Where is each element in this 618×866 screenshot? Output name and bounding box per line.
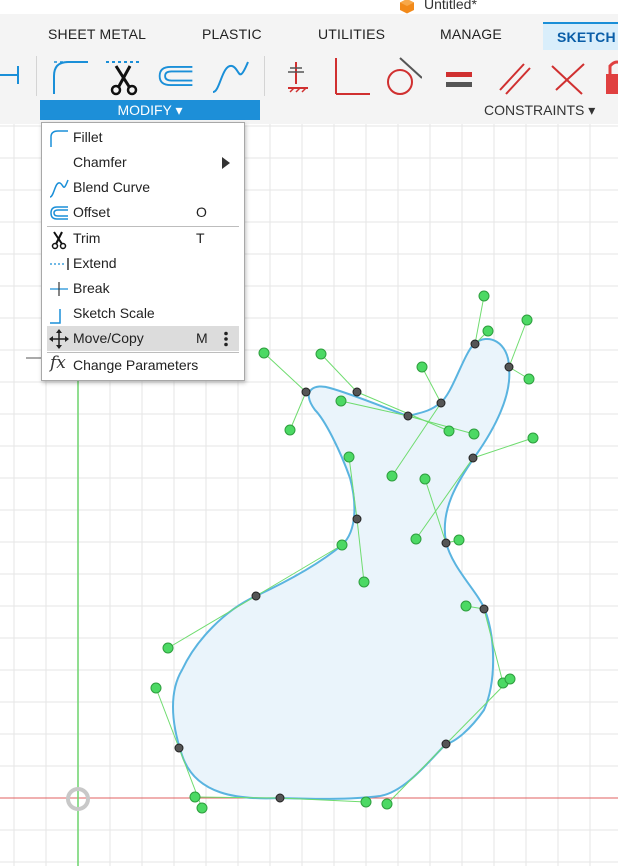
change-parameters-icon: fx	[50, 353, 66, 373]
tangent-handle-point[interactable]	[453, 534, 465, 546]
tangent-handle-line	[508, 319, 528, 368]
tangent-handle-point[interactable]	[482, 325, 494, 337]
sketch-scale-icon	[50, 309, 61, 324]
tangent-handle-point[interactable]	[460, 600, 472, 612]
horizontal-vertical-constraint-icon[interactable]	[282, 56, 322, 96]
tangent-handle-point[interactable]	[358, 576, 370, 588]
spline-fit-point[interactable]	[441, 739, 451, 749]
tab-manage[interactable]: MANAGE	[440, 26, 502, 42]
tangent-handle-point[interactable]	[360, 796, 372, 808]
fix-constraint-icon[interactable]	[600, 56, 618, 96]
spline-fit-point[interactable]	[251, 591, 261, 601]
tangent-handle-line	[421, 366, 442, 404]
extend-icon	[50, 258, 69, 270]
fillet-icon	[50, 130, 68, 147]
tangent-handle-point[interactable]	[196, 802, 208, 814]
menu-item-chamfer[interactable]: Chamfer	[42, 150, 244, 175]
modify-dropdown[interactable]: MODIFY ▾	[40, 100, 260, 120]
tangent-constraint-icon[interactable]	[382, 56, 422, 96]
tangent-handle-point[interactable]	[478, 290, 490, 302]
constraints-dropdown[interactable]: CONSTRAINTS ▾	[484, 102, 595, 119]
document-icon	[400, 0, 414, 14]
menu-item-fillet[interactable]: Fillet	[42, 125, 244, 150]
tangent-handle-point[interactable]	[381, 798, 393, 810]
trim-icon	[51, 231, 67, 250]
menu-item-change-parameters[interactable]: fx Change Parameters	[42, 353, 244, 378]
tab-utilities[interactable]: UTILITIES	[318, 26, 385, 42]
spline-fit-point[interactable]	[352, 387, 362, 397]
tangent-handle-point[interactable]	[410, 533, 422, 545]
menu-item-trim[interactable]: Trim T	[42, 226, 244, 251]
spline-fit-point[interactable]	[479, 604, 489, 614]
spline-fit-point[interactable]	[275, 793, 285, 803]
spline-fit-point[interactable]	[436, 398, 446, 408]
tangent-handle-point[interactable]	[523, 373, 535, 385]
ribbon-separator	[36, 56, 37, 96]
tangent-handle-point[interactable]	[386, 470, 398, 482]
tangent-handle-point[interactable]	[150, 682, 162, 694]
tab-sketch[interactable]: SKETCH	[543, 22, 618, 52]
spline-fit-point[interactable]	[468, 453, 478, 463]
tangent-handle-point[interactable]	[468, 428, 480, 440]
break-icon	[50, 282, 68, 296]
blend-curve-tool-icon[interactable]	[210, 56, 250, 96]
offset-tool-icon[interactable]	[156, 56, 196, 96]
tangent-handle-point[interactable]	[335, 395, 347, 407]
tangent-handle-point[interactable]	[416, 361, 428, 373]
tangent-handle-point[interactable]	[504, 673, 516, 685]
menu-item-extend[interactable]: Extend	[42, 251, 244, 276]
spline-fit-point[interactable]	[470, 339, 480, 349]
spline-fit-point[interactable]	[352, 514, 362, 524]
tangent-handle-point[interactable]	[521, 314, 533, 326]
fillet-tool-icon[interactable]	[50, 56, 90, 96]
tab-plastic[interactable]: PLASTIC	[202, 26, 262, 42]
parallel-constraint-icon[interactable]	[494, 56, 534, 96]
tangent-handle-point[interactable]	[315, 348, 327, 360]
spline-fit-point[interactable]	[301, 387, 311, 397]
tangent-handle-point[interactable]	[284, 424, 296, 436]
title-bar: Untitled*	[0, 0, 618, 14]
menu-item-break[interactable]: Break	[42, 276, 244, 301]
document-title: Untitled*	[424, 0, 477, 12]
menu-item-offset[interactable]: Offset O	[42, 200, 244, 225]
tangent-handle-point[interactable]	[258, 347, 270, 359]
tangent-handle-line	[289, 391, 307, 431]
spline-fit-point[interactable]	[403, 411, 413, 421]
menu-item-move-copy[interactable]: Move/Copy M	[47, 326, 239, 351]
equal-constraint-icon[interactable]	[440, 56, 480, 96]
tangent-handle-point[interactable]	[336, 539, 348, 551]
spline-fit-point[interactable]	[504, 362, 514, 372]
ribbon-tab-bar: SHEET METAL PLASTIC UTILITIES MANAGE SKE…	[0, 14, 618, 52]
submenu-arrow-icon	[222, 157, 230, 169]
modify-dropdown-menu: Fillet Chamfer Blend Curve Offset O Trim…	[41, 122, 245, 381]
blend-curve-icon	[49, 179, 69, 198]
tangent-handle-point[interactable]	[162, 642, 174, 654]
perpendicular-angle-constraint-icon[interactable]	[548, 56, 588, 96]
tangent-handle-point[interactable]	[343, 451, 355, 463]
tab-sheet-metal[interactable]: SHEET METAL	[48, 26, 146, 42]
trim-tool-icon[interactable]	[104, 56, 144, 96]
menu-item-sketch-scale[interactable]: Sketch Scale	[42, 301, 244, 326]
move-copy-icon	[49, 329, 69, 349]
tangent-handle-point[interactable]	[527, 432, 539, 444]
tangent-handle-point[interactable]	[443, 425, 455, 437]
project-icon[interactable]	[0, 56, 26, 96]
offset-icon	[50, 206, 68, 220]
perpendicular-constraint-icon[interactable]	[330, 56, 370, 96]
spline-fit-point[interactable]	[441, 538, 451, 548]
spline-fit-point[interactable]	[174, 743, 184, 753]
tangent-handle-point[interactable]	[419, 473, 431, 485]
sketch-profile[interactable]	[172, 338, 511, 800]
more-options-icon[interactable]	[223, 331, 229, 347]
ribbon-separator	[264, 56, 265, 96]
tangent-handle-point[interactable]	[189, 791, 201, 803]
menu-item-blend-curve[interactable]: Blend Curve	[42, 175, 244, 200]
